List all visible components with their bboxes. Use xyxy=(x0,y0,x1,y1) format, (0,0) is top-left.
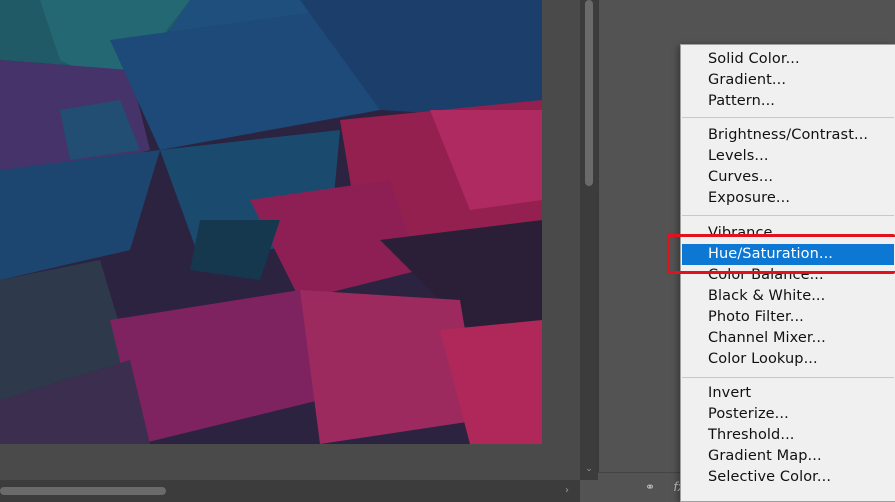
menu-item[interactable]: Brightness/Contrast... xyxy=(682,125,894,146)
menu-item[interactable]: Black & White... xyxy=(682,286,894,307)
menu-item[interactable]: Levels... xyxy=(682,146,894,167)
menu-separator xyxy=(682,377,894,378)
menu-item[interactable]: Channel Mixer... xyxy=(682,328,894,349)
scroll-down-arrow-icon[interactable]: ⌄ xyxy=(584,464,594,474)
annotation-highlight-box xyxy=(667,234,895,274)
link-icon[interactable]: ⚭ xyxy=(641,479,659,495)
menu-item[interactable]: Selective Color... xyxy=(682,467,894,488)
document-image[interactable] xyxy=(0,0,542,444)
image-artwork xyxy=(0,0,542,444)
menu-item[interactable]: Gradient Map... xyxy=(682,446,894,467)
menu-item[interactable]: Exposure... xyxy=(682,188,894,209)
horizontal-scrollbar[interactable]: › xyxy=(0,480,580,502)
vertical-scrollbar-thumb[interactable] xyxy=(585,0,593,186)
menu-item[interactable]: Posterize... xyxy=(682,404,894,425)
horizontal-scrollbar-thumb[interactable] xyxy=(0,487,166,495)
menu-item[interactable]: Color Lookup... xyxy=(682,349,894,370)
photoshop-window: ⌄ › ⚭ fx Solid Color... Gradient... Patter… xyxy=(0,0,895,502)
menu-item[interactable]: Pattern... xyxy=(682,91,894,112)
menu-item[interactable]: Invert xyxy=(682,383,894,404)
document-canvas-area[interactable] xyxy=(0,0,580,480)
menu-item[interactable]: Gradient... xyxy=(682,70,894,91)
menu-item[interactable]: Threshold... xyxy=(682,425,894,446)
scroll-right-arrow-icon[interactable]: › xyxy=(562,485,572,497)
menu-item[interactable]: Solid Color... xyxy=(682,49,894,70)
menu-item[interactable]: Photo Filter... xyxy=(682,307,894,328)
menu-item[interactable]: Curves... xyxy=(682,167,894,188)
vertical-scrollbar[interactable]: ⌄ xyxy=(580,0,598,480)
menu-separator xyxy=(682,117,894,118)
menu-separator xyxy=(682,215,894,216)
